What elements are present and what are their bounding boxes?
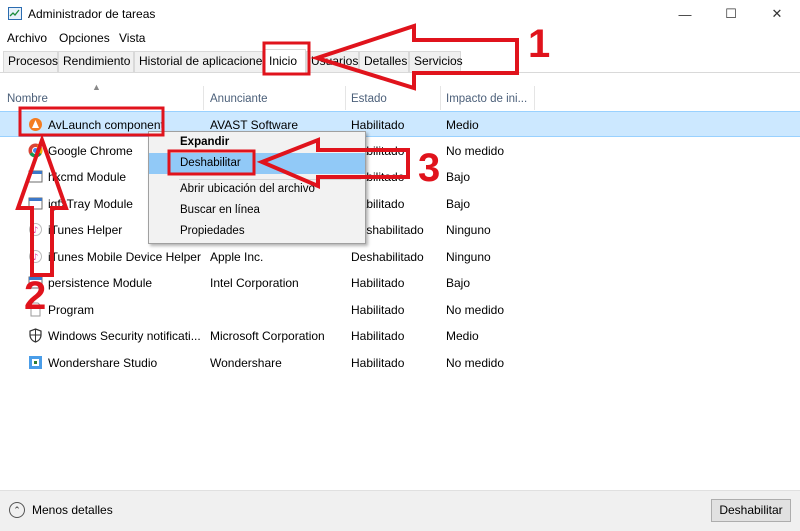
row-status: Habilitado	[351, 329, 405, 343]
context-menu: Expandir Deshabilitar Abrir ubicación de…	[148, 131, 366, 244]
table-row[interactable]: ♪ iTunes Mobile Device Helper Apple Inc.…	[0, 244, 800, 270]
svg-text:♪: ♪	[33, 253, 39, 263]
task-manager-icon	[8, 7, 22, 20]
tab-procesos[interactable]: Procesos	[3, 51, 58, 72]
close-icon: ✕	[771, 6, 783, 21]
row-name: hkcmd Module	[48, 170, 127, 184]
disable-button[interactable]: Deshabilitar	[711, 499, 791, 522]
tab-bar: Procesos Rendimiento Historial de aplica…	[0, 49, 800, 73]
column-header-row: ▲ Nombre Anunciante Estado Impacto de in…	[0, 82, 800, 112]
table-row[interactable]: Google Chrome Habilitado No medido	[0, 138, 800, 164]
row-publisher: Microsoft Corporation	[210, 329, 325, 343]
row-name: iTunes Mobile Device Helper	[48, 250, 201, 264]
itunes-icon: ♪	[29, 223, 42, 236]
table-row[interactable]: ♪ iTunes Helper Deshabilitado Ninguno	[0, 217, 800, 243]
table-row[interactable]: Wondershare Studio Wondershare Habilitad…	[0, 350, 800, 376]
avast-icon	[29, 118, 42, 131]
table-row[interactable]: AvLaunch component AVAST Software Habili…	[0, 111, 800, 137]
minimize-button[interactable]: —	[662, 0, 708, 28]
tab-detalles[interactable]: Detalles	[359, 51, 409, 72]
app-window-icon	[28, 170, 43, 183]
context-menu-open-location[interactable]: Abrir ubicación del archivo	[149, 179, 365, 200]
table-row[interactable]: Program Habilitado No medido	[0, 297, 800, 323]
column-header-name[interactable]: Nombre	[7, 93, 48, 105]
minimize-icon: —	[678, 6, 692, 22]
chevron-up-icon[interactable]: ⌃	[9, 502, 25, 518]
table-row[interactable]: igfxTray Module Habilitado Bajo	[0, 191, 800, 217]
context-menu-properties[interactable]: Propiedades	[149, 221, 365, 242]
row-publisher: Wondershare	[210, 356, 282, 370]
row-publisher: Intel Corporation	[210, 276, 299, 290]
row-name: igfxTray Module	[48, 197, 133, 211]
footer-bar: ⌃ Menos detalles Deshabilitar	[0, 490, 800, 531]
tab-servicios[interactable]: Servicios	[409, 51, 463, 72]
row-status: Habilitado	[351, 118, 405, 132]
table-row[interactable]: hkcmd Module Habilitado Bajo	[0, 164, 800, 190]
row-name: iTunes Helper	[48, 223, 123, 237]
tab-baseline	[0, 72, 800, 73]
row-name: Windows Security notificati...	[48, 329, 201, 343]
annotation-number-2: 2	[24, 274, 47, 318]
maximize-button[interactable]: ☐	[708, 0, 754, 28]
column-separator[interactable]	[534, 86, 535, 110]
row-impact: No medido	[446, 303, 505, 317]
tab-historial[interactable]: Historial de aplicaciones	[134, 51, 268, 72]
context-menu-disable[interactable]: Deshabilitar	[149, 153, 365, 174]
row-name: persistence Module	[48, 276, 153, 290]
row-impact: Ninguno	[446, 223, 491, 237]
row-impact: Ninguno	[446, 250, 491, 264]
annotation-number-3: 3	[418, 146, 441, 190]
row-impact: Bajo	[446, 276, 471, 290]
row-status: Habilitado	[351, 276, 405, 290]
row-impact: Bajo	[446, 170, 471, 184]
row-impact: Bajo	[446, 197, 471, 211]
fewer-details-link[interactable]: Menos detalles	[32, 503, 113, 517]
chrome-icon	[28, 143, 43, 158]
menu-vista[interactable]: Vista	[119, 31, 145, 45]
row-name: Wondershare Studio	[48, 356, 158, 370]
tab-rendimiento[interactable]: Rendimiento	[58, 51, 134, 72]
row-name: Program	[48, 303, 95, 317]
itunes-icon: ♪	[29, 250, 42, 263]
row-name: Google Chrome	[48, 144, 133, 158]
sort-up-icon: ▲	[92, 82, 101, 92]
menu-bar: Archivo Opciones Vista	[0, 28, 800, 48]
row-impact: Medio	[446, 329, 479, 343]
context-menu-expand[interactable]: Expandir	[149, 132, 365, 153]
column-header-publisher[interactable]: Anunciante	[210, 93, 268, 105]
column-header-status[interactable]: Estado	[351, 93, 387, 105]
shield-icon	[29, 328, 42, 343]
tab-usuarios[interactable]: Usuarios	[306, 51, 359, 72]
column-header-impact[interactable]: Impacto de ini...	[446, 93, 527, 105]
row-status: Habilitado	[351, 303, 405, 317]
row-publisher: Apple Inc.	[210, 250, 264, 264]
row-impact: No medido	[446, 144, 505, 158]
tab-inicio[interactable]: Inicio	[264, 49, 306, 73]
row-status: Habilitado	[351, 356, 405, 370]
title-bar: Administrador de tareas — ☐ ✕	[0, 0, 800, 28]
column-separator[interactable]	[203, 86, 204, 110]
window-title: Administrador de tareas	[28, 7, 156, 21]
menu-opciones[interactable]: Opciones	[59, 31, 110, 45]
close-button[interactable]: ✕	[754, 0, 800, 28]
menu-archivo[interactable]: Archivo	[7, 31, 47, 45]
context-menu-search-online[interactable]: Buscar en línea	[149, 200, 365, 221]
row-impact: No medido	[446, 356, 505, 370]
svg-text:♪: ♪	[33, 226, 39, 236]
row-impact: Medio	[446, 118, 479, 132]
row-name: AvLaunch component	[48, 118, 164, 132]
app-window-icon	[28, 197, 43, 210]
wondershare-icon	[29, 356, 42, 369]
row-publisher: AVAST Software	[210, 118, 299, 132]
column-separator[interactable]	[345, 86, 346, 110]
column-separator[interactable]	[440, 86, 441, 110]
row-status: Deshabilitado	[351, 250, 424, 264]
table-row[interactable]: persistence Module Intel Corporation Hab…	[0, 270, 800, 296]
annotation-number-1: 1	[528, 22, 551, 66]
maximize-icon: ☐	[725, 6, 737, 21]
table-row[interactable]: Windows Security notificati... Microsoft…	[0, 323, 800, 349]
